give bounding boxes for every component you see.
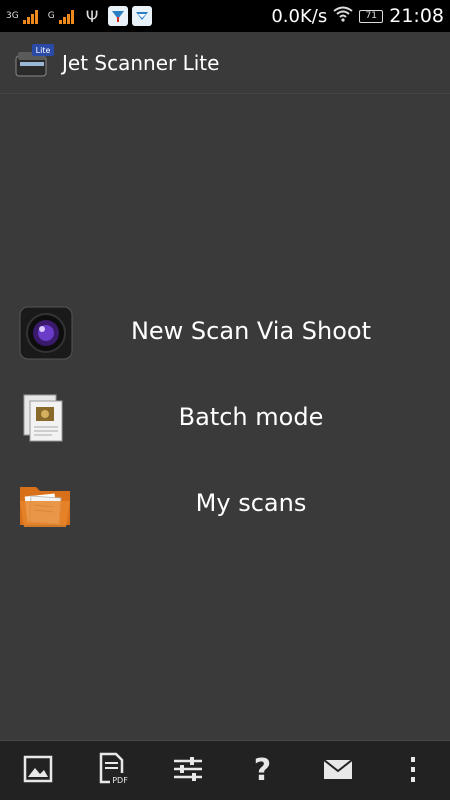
usb-icon: Ψ xyxy=(85,6,99,26)
status-bar: 3G G Ψ 0.0K/s 71 21:08 xyxy=(0,0,450,32)
image-icon xyxy=(21,752,55,790)
pdf-document-icon: PDF xyxy=(96,752,130,790)
action-bar: Lite Jet Scanner Lite xyxy=(0,32,450,94)
mail-button[interactable] xyxy=(308,743,368,799)
signal-strength-icon-2 xyxy=(58,8,74,24)
scanner-app-icon[interactable]: Lite xyxy=(14,42,56,84)
menu-item-label: My scans xyxy=(195,489,307,517)
app-title: Jet Scanner Lite xyxy=(62,50,220,75)
menu-item-my-scans[interactable]: My scans xyxy=(0,468,450,538)
bottom-toolbar: PDF ? xyxy=(0,740,450,800)
status-bar-right: 0.0K/s 71 21:08 xyxy=(271,5,444,27)
overflow-menu-button[interactable] xyxy=(383,743,443,799)
menu-item-label: Batch mode xyxy=(178,403,324,431)
clock: 21:08 xyxy=(389,5,444,27)
status-bar-left: 3G G Ψ xyxy=(6,6,271,26)
help-icon: ? xyxy=(253,753,272,788)
help-button[interactable]: ? xyxy=(233,743,293,799)
export-pdf-button[interactable]: PDF xyxy=(83,743,143,799)
mail-icon xyxy=(321,752,355,790)
lite-badge: Lite xyxy=(36,46,51,55)
settings-button[interactable] xyxy=(158,743,218,799)
battery-icon: 71 xyxy=(359,9,384,23)
menu-item-new-scan[interactable]: New Scan Via Shoot xyxy=(0,296,450,366)
network-type-g: G xyxy=(47,11,55,21)
gallery-button[interactable] xyxy=(8,743,68,799)
signal-strength-icon xyxy=(22,8,38,24)
notification-app-icon xyxy=(108,6,129,26)
wifi-icon xyxy=(333,6,353,26)
menu-item-label: New Scan Via Shoot xyxy=(130,317,372,345)
network-speed: 0.0K/s xyxy=(271,5,328,27)
notification-app-icon-2 xyxy=(132,6,153,26)
pdf-badge: PDF xyxy=(112,776,128,785)
network-type-3g: 3G xyxy=(6,11,19,21)
overflow-menu-icon xyxy=(396,752,430,790)
menu-item-batch-mode[interactable]: Batch mode xyxy=(0,382,450,452)
settings-sliders-icon xyxy=(171,752,205,790)
